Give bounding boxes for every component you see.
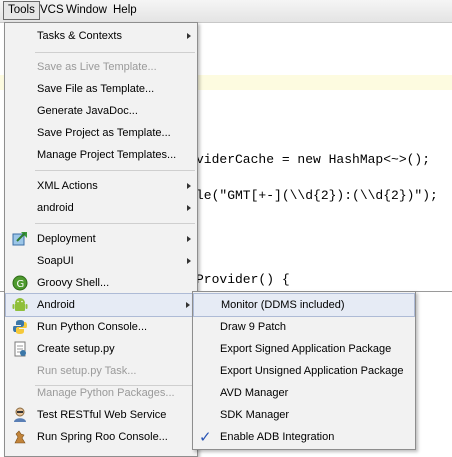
menu-tools[interactable]: Tools xyxy=(3,1,40,20)
submenu-arrow-icon xyxy=(187,205,191,211)
submenu-arrow-icon xyxy=(186,302,190,308)
submenu-item-draw-9-patch[interactable]: Draw 9 Patch xyxy=(193,316,415,338)
menu-separator xyxy=(35,52,195,53)
menu-item-spring-roo[interactable]: Run Spring Roo Console... xyxy=(5,426,197,448)
checkmark-icon: ✓ xyxy=(199,429,212,446)
submenu-item-avd-manager[interactable]: AVD Manager xyxy=(193,382,415,404)
menu-item-deployment[interactable]: Deployment xyxy=(5,228,197,250)
android-submenu: Monitor (DDMS included) Draw 9 Patch Exp… xyxy=(192,291,416,450)
menu-item-create-setup-py[interactable]: Create setup.py xyxy=(5,338,197,360)
svg-text:G: G xyxy=(17,279,25,290)
menu-item-test-restful[interactable]: Test RESTful Web Service xyxy=(5,404,197,426)
menu-item-soapui[interactable]: SoapUI xyxy=(5,250,197,272)
setup-file-icon xyxy=(14,341,26,357)
submenu-item-export-unsigned[interactable]: Export Unsigned Application Package xyxy=(193,360,415,382)
submenu-item-export-signed[interactable]: Export Signed Application Package xyxy=(193,338,415,360)
submenu-item-enable-adb[interactable]: ✓ Enable ADB Integration xyxy=(193,426,415,448)
android-icon xyxy=(12,298,28,311)
menu-item-groovy-shell[interactable]: G Groovy Shell... xyxy=(5,272,197,294)
submenu-arrow-icon xyxy=(187,236,191,242)
code-line-provider: Provider() { xyxy=(196,272,290,287)
menu-window[interactable]: Window xyxy=(62,2,111,19)
submenu-arrow-icon xyxy=(187,183,191,189)
rest-client-icon xyxy=(14,407,26,422)
code-line-hashmap: viderCache = new HashMap<~>(); xyxy=(196,152,431,167)
python-icon xyxy=(13,320,27,334)
menu-item-manage-project-templates[interactable]: Manage Project Templates... xyxy=(5,144,197,166)
submenu-arrow-icon xyxy=(187,33,191,39)
submenu-item-sdk-manager[interactable]: SDK Manager xyxy=(193,404,415,426)
menu-item-android-lower[interactable]: android xyxy=(5,197,197,219)
menu-item-save-file-template[interactable]: Save File as Template... xyxy=(5,78,197,100)
menu-separator xyxy=(35,223,195,224)
menu-item-manage-python-packages[interactable]: Manage Python Packages... xyxy=(5,382,197,404)
menu-item-tasks-contexts[interactable]: Tasks & Contexts xyxy=(5,25,197,47)
menu-item-save-live-template[interactable]: Save as Live Template... xyxy=(5,56,197,78)
menu-item-xml-actions[interactable]: XML Actions xyxy=(5,175,197,197)
menu-separator xyxy=(35,170,195,171)
spring-roo-icon xyxy=(14,430,26,444)
menu-item-generate-javadoc[interactable]: Generate JavaDoc... xyxy=(5,100,197,122)
menu-item-run-setup-task[interactable]: Run setup.py Task... xyxy=(5,360,197,382)
menu-item-run-python-console[interactable]: Run Python Console... xyxy=(5,316,197,338)
submenu-arrow-icon xyxy=(187,258,191,264)
deployment-icon xyxy=(12,232,27,246)
submenu-item-monitor[interactable]: Monitor (DDMS included) xyxy=(193,293,415,317)
menu-help[interactable]: Help xyxy=(109,2,141,19)
menu-item-save-project-template[interactable]: Save Project as Template... xyxy=(5,122,197,144)
code-line-pattern: le("GMT[+-](\\d{2}):(\\d{2})"); xyxy=(196,188,438,203)
groovy-icon: G xyxy=(12,275,28,291)
menu-bar: Tools VCS Window Help xyxy=(0,0,452,23)
menu-item-android[interactable]: Android xyxy=(5,293,197,317)
tools-menu: Tasks & Contexts Save as Live Template..… xyxy=(4,22,198,457)
